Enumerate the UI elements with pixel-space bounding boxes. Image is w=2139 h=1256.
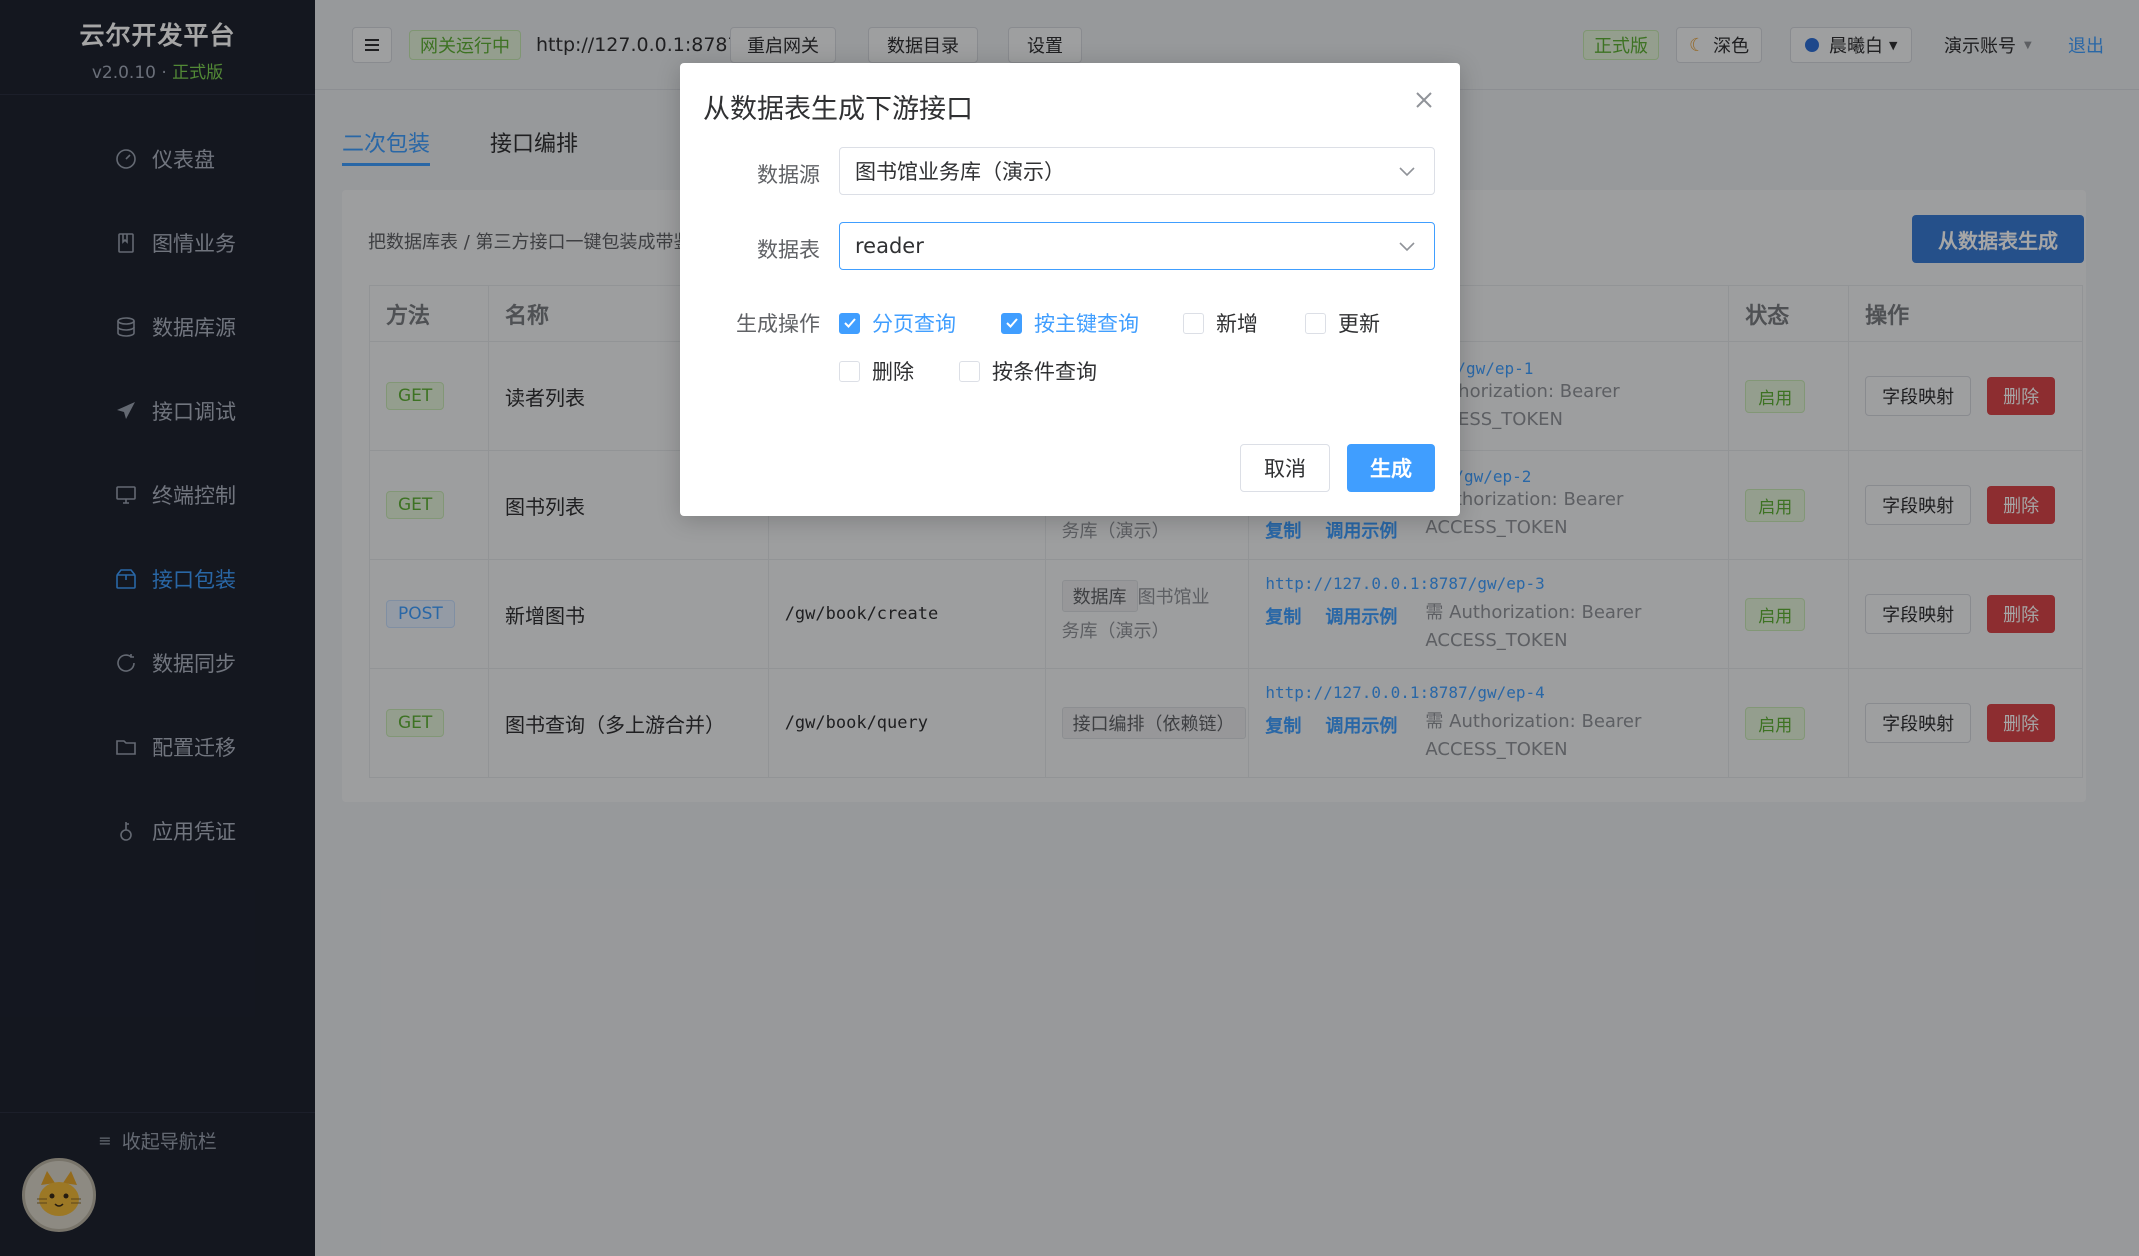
checkbox-label: 按条件查询 bbox=[992, 360, 1097, 384]
checkbox-checked-icon bbox=[839, 312, 860, 334]
checkbox-label: 删除 bbox=[872, 360, 914, 384]
source-label: 数据源 bbox=[757, 163, 820, 187]
checkbox-label: 更新 bbox=[1338, 312, 1380, 336]
op-conditional-query-checkbox[interactable]: 按条件查询 bbox=[959, 356, 1097, 386]
op-paged-query-checkbox[interactable]: 分页查询 bbox=[839, 308, 956, 338]
op-by-pk-checkbox[interactable]: 按主键查询 bbox=[1001, 308, 1139, 338]
chevron-down-icon bbox=[1399, 167, 1415, 177]
table-select-value: reader bbox=[855, 234, 924, 258]
checkbox-label: 按主键查询 bbox=[1034, 312, 1139, 336]
op-create-checkbox[interactable]: 新增 bbox=[1183, 308, 1258, 338]
generate-dialog: 从数据表生成下游接口 数据源 图书馆业务库（演示） 数据表 reader 生成操… bbox=[680, 63, 1460, 516]
chevron-down-icon bbox=[1399, 242, 1415, 252]
dialog-title: 从数据表生成下游接口 bbox=[703, 94, 973, 125]
source-select-value: 图书馆业务库（演示） bbox=[855, 160, 1065, 184]
generate-button[interactable]: 生成 bbox=[1347, 444, 1435, 492]
ops-label: 生成操作 bbox=[736, 312, 820, 336]
table-label: 数据表 bbox=[757, 238, 820, 262]
checkbox-empty-icon bbox=[839, 360, 860, 382]
checkbox-empty-icon bbox=[1305, 312, 1326, 334]
op-update-checkbox[interactable]: 更新 bbox=[1305, 308, 1380, 338]
checkbox-label: 新增 bbox=[1216, 312, 1258, 336]
cancel-button[interactable]: 取消 bbox=[1240, 444, 1330, 492]
close-icon[interactable] bbox=[1414, 87, 1434, 117]
checkbox-empty-icon bbox=[1183, 312, 1204, 334]
checkbox-label: 分页查询 bbox=[872, 312, 956, 336]
source-select[interactable]: 图书馆业务库（演示） bbox=[839, 147, 1435, 195]
checkbox-empty-icon bbox=[959, 360, 980, 382]
checkbox-checked-icon bbox=[1001, 312, 1022, 334]
op-delete-checkbox[interactable]: 删除 bbox=[839, 356, 914, 386]
table-select[interactable]: reader bbox=[839, 222, 1435, 270]
